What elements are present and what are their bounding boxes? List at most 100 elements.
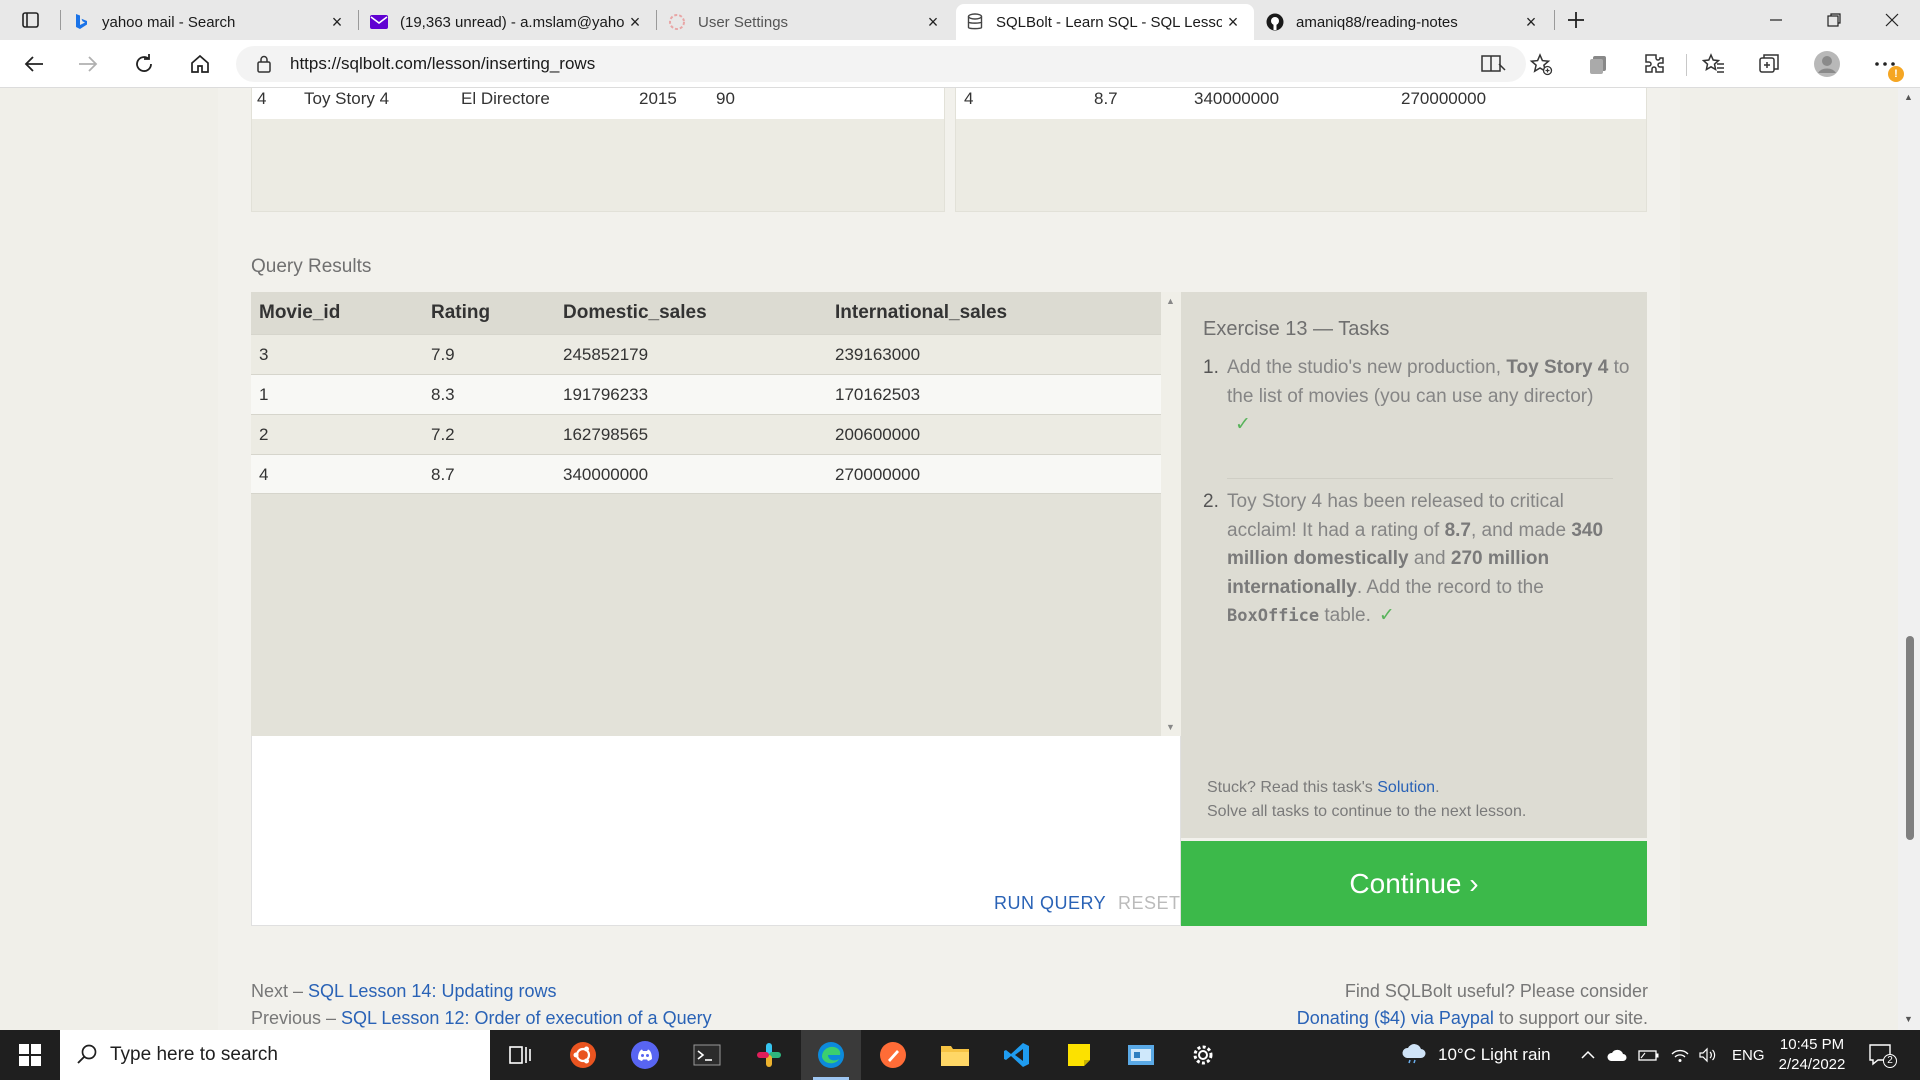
collections-extension-icon[interactable] (1582, 48, 1616, 80)
tab-title: (19,363 unread) - a.mslam@yahoo (400, 13, 624, 31)
task-divider (1227, 478, 1613, 479)
taskbar-search-input[interactable]: Type here to search (60, 1030, 490, 1080)
cell-director: El Directore (461, 89, 550, 108)
scroll-down-arrow-icon[interactable]: ▼ (1166, 722, 1175, 732)
weather-widget[interactable]: 10°C Light rain (1400, 1030, 1551, 1080)
cell-international: 270000000 (1401, 89, 1487, 108)
windows-start-icon[interactable] (0, 1030, 60, 1080)
tab-user-settings[interactable]: User Settings × (658, 4, 954, 40)
discord-icon[interactable] (615, 1030, 675, 1080)
solution-link[interactable]: Solution (1377, 779, 1435, 796)
cell-rating: 7.9 (431, 345, 455, 364)
page-scrollbar[interactable]: ▲ ▼ (1898, 88, 1920, 1030)
extensions-icon[interactable] (1637, 48, 1671, 80)
results-scrollbar[interactable]: ▲ ▼ (1161, 292, 1181, 736)
next-lesson-link[interactable]: SQL Lesson 14: Updating rows (308, 981, 556, 1001)
task-text-part: table. (1319, 605, 1371, 626)
previous-lesson-line: Previous – SQL Lesson 12: Order of execu… (251, 1008, 712, 1029)
new-tab-icon[interactable] (1562, 6, 1590, 34)
cell-domestic: 162798565 (563, 425, 649, 444)
scroll-up-arrow-icon[interactable]: ▲ (1166, 296, 1175, 306)
collections-icon[interactable] (1752, 48, 1786, 80)
continue-button[interactable]: Continue › (1181, 841, 1647, 926)
tab-actions-icon[interactable] (16, 6, 44, 34)
lock-icon[interactable] (256, 54, 272, 79)
reset-button[interactable]: RESET (1118, 893, 1181, 914)
close-tab-icon[interactable]: × (1222, 11, 1244, 33)
stuck-text: . (1435, 779, 1440, 796)
language-indicator[interactable]: ENG (1732, 1030, 1765, 1080)
task-view-icon[interactable] (490, 1030, 550, 1080)
previous-lesson-link[interactable]: SQL Lesson 12: Order of execution of a Q… (341, 1008, 712, 1028)
github-icon (1266, 13, 1284, 31)
notification-center-icon[interactable]: 2 (1868, 1030, 1897, 1080)
onedrive-cloud-icon[interactable] (1606, 1030, 1628, 1080)
task-number: 1. (1203, 357, 1219, 378)
sticky-notes-icon[interactable] (1049, 1030, 1109, 1080)
cell-movie-id: 2 (259, 425, 269, 444)
donate-link[interactable]: Donating ($4) via Paypal (1297, 1008, 1494, 1028)
task-code: BoxOffice (1227, 606, 1320, 626)
close-tab-icon[interactable]: × (624, 11, 646, 33)
home-icon[interactable] (182, 48, 218, 80)
close-window-icon[interactable] (1864, 0, 1920, 40)
cell-rating: 8.7 (1094, 89, 1118, 108)
settings-gear-icon[interactable] (1173, 1030, 1233, 1080)
settings-more-icon[interactable]: ! (1868, 48, 1904, 82)
notification-badge: ! (1888, 66, 1904, 82)
wifi-icon[interactable] (1670, 1030, 1690, 1080)
column-header: Rating (431, 302, 491, 323)
postman-icon[interactable] (863, 1030, 923, 1080)
close-tab-icon[interactable]: × (326, 11, 348, 33)
cell-international: 270000000 (835, 465, 921, 484)
tab-sqlbolt[interactable]: SQLBolt - Learn SQL - SQL Lesson × (956, 4, 1254, 40)
tab-yahoo-search[interactable]: yahoo mail - Search × (62, 4, 358, 40)
terminal-icon[interactable] (677, 1030, 737, 1080)
task-text: Toy Story 4 has been released to critica… (1227, 488, 1633, 631)
vscode-icon[interactable] (987, 1030, 1047, 1080)
table-row: 3 7.9 245852179 239163000 (251, 334, 1161, 374)
table-row: 4 8.7 340000000 270000000 (251, 454, 1161, 494)
reader-view-icon[interactable] (1480, 52, 1506, 81)
add-favorite-icon[interactable] (1524, 48, 1558, 80)
file-explorer-icon[interactable] (925, 1030, 985, 1080)
control-panel-icon[interactable] (1111, 1030, 1171, 1080)
profile-avatar[interactable] (1810, 48, 1844, 80)
ubuntu-icon[interactable] (553, 1030, 613, 1080)
favorites-icon[interactable] (1697, 48, 1731, 80)
slack-icon[interactable] (739, 1030, 799, 1080)
restore-icon[interactable] (1806, 0, 1862, 40)
task-text: Add the studio's new production, Toy Sto… (1227, 354, 1633, 440)
volume-icon[interactable] (1698, 1030, 1718, 1080)
checkmark-icon: ✓ (1235, 414, 1251, 435)
stuck-text: Stuck? Read this task's (1207, 779, 1378, 796)
url-text: https://sqlbolt.com/lesson/inserting_row… (290, 54, 596, 73)
edge-browser-icon[interactable] (801, 1030, 861, 1080)
scroll-down-arrow-icon[interactable]: ▼ (1904, 1014, 1913, 1024)
query-results-label: Query Results (251, 256, 372, 277)
close-tab-icon[interactable]: × (922, 11, 944, 33)
clock[interactable]: 10:45 PM 2/24/2022 (1762, 1035, 1862, 1075)
back-icon[interactable] (16, 48, 52, 80)
scroll-up-arrow-icon[interactable]: ▲ (1904, 92, 1913, 102)
task-number: 2. (1203, 491, 1219, 512)
query-results-table: Movie_id Rating Domestic_sales Internati… (251, 292, 1161, 736)
run-query-button[interactable]: RUN QUERY (994, 893, 1106, 914)
support-text: Find SQLBolt useful? Please consider (1344, 981, 1648, 1001)
cell-movie-id: 1 (259, 385, 269, 404)
close-tab-icon[interactable]: × (1520, 11, 1542, 33)
toolbar-divider (1686, 54, 1687, 76)
solve-all-hint: Solve all tasks to continue to the next … (1207, 803, 1527, 820)
url-bar[interactable]: https://sqlbolt.com/lesson/inserting_row… (236, 46, 1526, 82)
minimize-icon[interactable] (1748, 0, 1804, 40)
refresh-icon[interactable] (126, 48, 162, 80)
show-hidden-icons-chevron-icon[interactable] (1580, 1030, 1596, 1080)
tab-yahoo-mail[interactable]: (19,363 unread) - a.mslam@yahoo × (360, 4, 656, 40)
scroll-thumb[interactable] (1906, 636, 1914, 840)
previous-prefix: Previous – (251, 1008, 342, 1028)
tab-github[interactable]: amaniq88/reading-notes × (1256, 4, 1552, 40)
tab-separator (358, 10, 359, 30)
battery-icon[interactable] (1638, 1030, 1660, 1080)
notification-count: 2 (1883, 1054, 1897, 1068)
forward-icon[interactable] (70, 48, 106, 80)
